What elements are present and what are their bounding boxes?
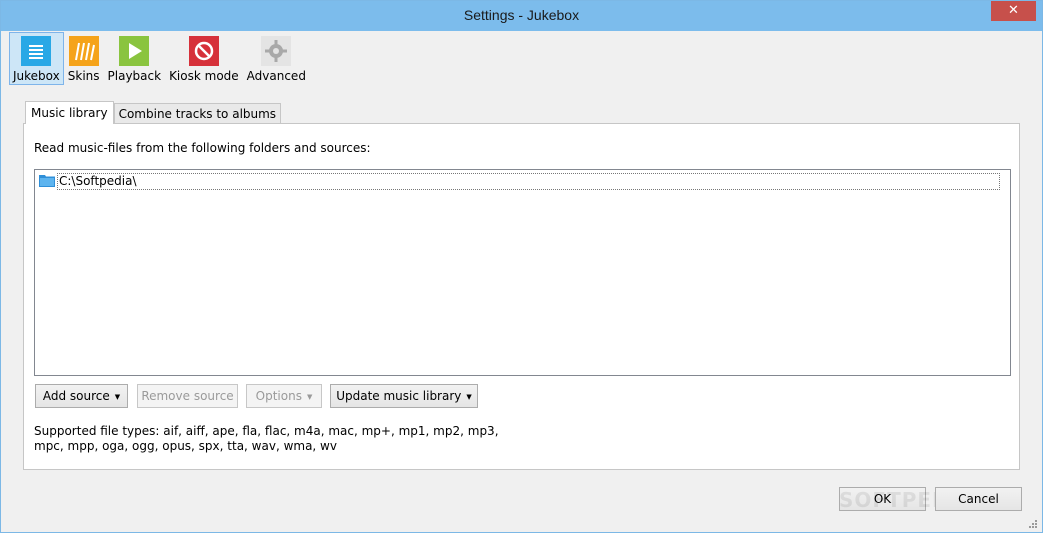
window-title: Settings - Jukebox	[463, 7, 580, 23]
dropdown-arrow-icon: ▼	[466, 393, 472, 401]
dropdown-arrow-icon: ▼	[114, 393, 121, 401]
sources-caption: Read music-files from the following fold…	[34, 141, 371, 155]
skins-icon	[68, 36, 99, 66]
close-button[interactable]: ✕	[991, 1, 1036, 21]
category-advanced-label: Advanced	[246, 69, 306, 83]
list-icon	[21, 36, 52, 66]
cancel-button[interactable]: Cancel	[935, 487, 1022, 511]
update-library-button[interactable]: Update music library ▼	[330, 384, 478, 408]
options-button[interactable]: Options ▼	[246, 384, 322, 408]
category-skins-label: Skins	[67, 69, 100, 83]
category-playback-label: Playback	[107, 69, 162, 83]
source-list[interactable]: C:\Softpedia\	[34, 169, 1011, 376]
title-bar[interactable]: Settings - Jukebox ✕	[1, 1, 1042, 31]
tab-strip: Music library Combine tracks to albums	[25, 101, 282, 124]
tab-combine-tracks[interactable]: Combine tracks to albums	[113, 103, 282, 124]
category-kiosk-mode-label: Kiosk mode	[169, 69, 239, 83]
category-advanced[interactable]: Advanced	[243, 32, 310, 85]
supported-file-types: Supported file types: aif, aiff, ape, fl…	[34, 424, 499, 454]
settings-window: Settings - Jukebox ✕ Jukebox Skins Playb…	[0, 0, 1043, 533]
category-jukebox-label: Jukebox	[13, 69, 60, 83]
resize-grip-icon[interactable]	[1028, 518, 1038, 528]
update-library-label: Update music library	[336, 389, 462, 403]
supported-types-line-1: Supported file types: aif, aiff, ape, fl…	[34, 424, 499, 438]
gear-icon	[261, 36, 292, 66]
settings-category-toolbar: Jukebox Skins Playback Kiosk mode Advanc…	[9, 32, 310, 87]
category-jukebox[interactable]: Jukebox	[9, 32, 64, 85]
add-source-label: Add source	[42, 389, 110, 403]
add-source-button[interactable]: Add source ▼	[35, 384, 128, 408]
options-label: Options	[255, 389, 302, 403]
category-kiosk-mode[interactable]: Kiosk mode	[165, 32, 243, 85]
category-skins[interactable]: Skins	[64, 32, 104, 85]
source-path: C:\Softpedia\	[57, 172, 1000, 190]
category-playback[interactable]: Playback	[104, 32, 166, 85]
dropdown-arrow-icon: ▼	[306, 393, 313, 401]
folder-icon	[39, 173, 55, 190]
supported-types-line-2: mpc, mpp, oga, ogg, opus, spx, tta, wav,…	[34, 439, 337, 453]
remove-source-button[interactable]: Remove source	[137, 384, 238, 408]
no-entry-icon	[188, 36, 219, 66]
play-icon	[119, 36, 150, 66]
music-library-panel: Read music-files from the following fold…	[23, 123, 1020, 470]
list-item[interactable]: C:\Softpedia\	[39, 172, 1000, 190]
tab-music-library[interactable]: Music library	[25, 101, 114, 124]
